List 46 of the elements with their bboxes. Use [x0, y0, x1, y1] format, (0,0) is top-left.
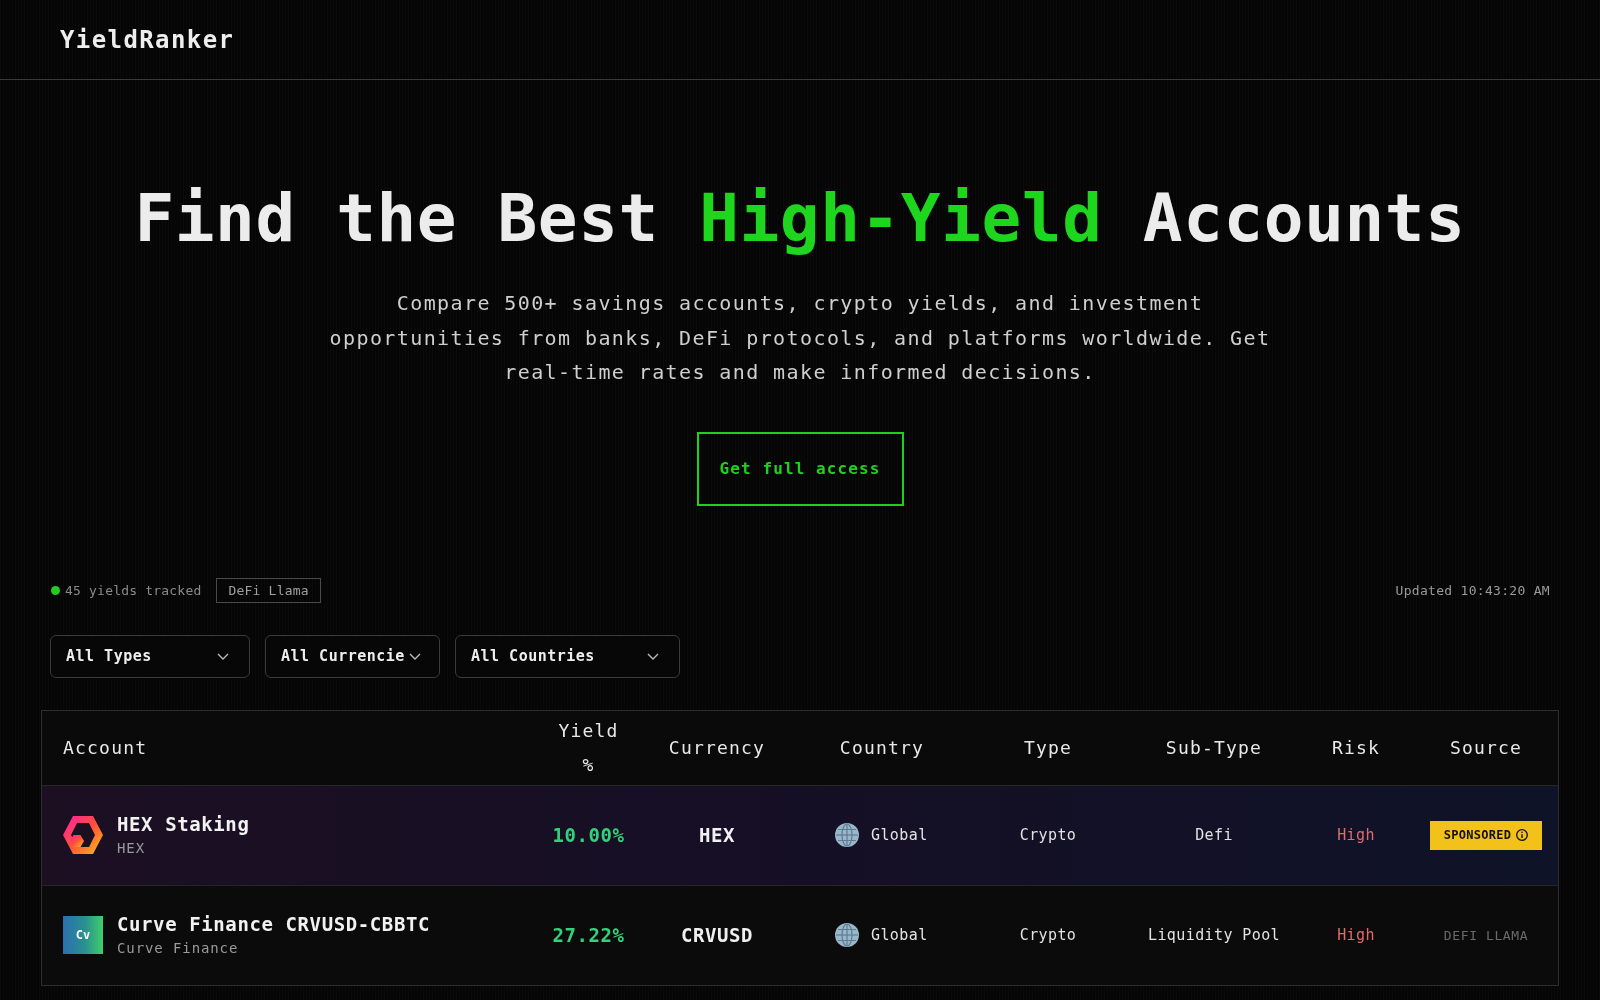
filter-dropdown[interactable]: All Currencie	[265, 634, 440, 678]
risk-level: High	[1337, 826, 1375, 844]
info-icon[interactable]	[1516, 829, 1529, 841]
sponsored-label: SPONSORED	[1443, 828, 1512, 842]
column-header[interactable]: Sub-Type	[1165, 730, 1263, 765]
column-header[interactable]: Yield %	[553, 713, 624, 782]
source-tag: DeFi Llama	[216, 577, 321, 603]
yield-value: 27.22%	[552, 924, 625, 946]
column-header[interactable]: Currency	[668, 730, 766, 765]
currency-code: HEX	[698, 824, 736, 846]
sponsored-badge[interactable]: SPONSORED	[1430, 820, 1542, 850]
chevron-down-icon	[409, 652, 421, 660]
letter-logo: Cv	[63, 916, 103, 954]
subtype-label: Liquidity Pool	[1148, 926, 1280, 944]
filter-dropdown[interactable]: All Countries	[455, 634, 680, 678]
source-name: DEFI LLAMA	[1443, 927, 1529, 943]
type-label: Crypto	[1019, 826, 1077, 844]
column-header[interactable]: Source	[1449, 730, 1523, 765]
tracked-count: 45 yields tracked	[65, 582, 202, 598]
risk-level: High	[1337, 926, 1375, 944]
country-name: Global	[871, 826, 928, 844]
country-name: Global	[871, 926, 928, 944]
table-row[interactable]: HEX Staking HEX 10.00% HEX Global Crypto Defi High SPONSORED	[42, 784, 1558, 885]
get-access-button[interactable]: Get full access	[696, 431, 904, 506]
logo-wordmark[interactable]: YieldRanker	[60, 25, 235, 54]
account-name[interactable]: Curve Finance CRVUSD-CBBTC	[117, 911, 430, 937]
yield-value: 10.00%	[552, 824, 625, 846]
column-header[interactable]: Account	[63, 730, 148, 765]
currency-code: CRVUSD	[680, 924, 754, 946]
column-header[interactable]: Country	[839, 730, 925, 765]
hero-title: Find the Best High-Yield Accounts	[134, 179, 1466, 258]
subtype-label: Defi	[1195, 826, 1233, 844]
globe-icon	[835, 823, 859, 847]
chevron-down-icon	[647, 652, 659, 660]
account-name[interactable]: HEX Staking	[117, 811, 250, 837]
provider-name: Curve Finance	[117, 939, 240, 958]
hexagon-logo-icon	[63, 816, 103, 854]
column-header[interactable]: Risk	[1331, 730, 1381, 765]
filter-dropdown[interactable]: All Types	[50, 634, 250, 678]
hero-subtitle: Compare 500+ savings accounts, crypto yields, and investment opportunities from banks, DeFi protocols, and platforms worldwide. Get real-time rates and make informed decisions.	[328, 290, 1272, 386]
provider-name: HEX	[117, 839, 146, 858]
globe-icon	[835, 923, 859, 947]
updated-time: Updated 10:43:20 AM	[1395, 582, 1550, 598]
chevron-down-icon	[217, 652, 229, 660]
type-label: Crypto	[1019, 926, 1077, 944]
column-header[interactable]: Type	[1023, 730, 1073, 765]
